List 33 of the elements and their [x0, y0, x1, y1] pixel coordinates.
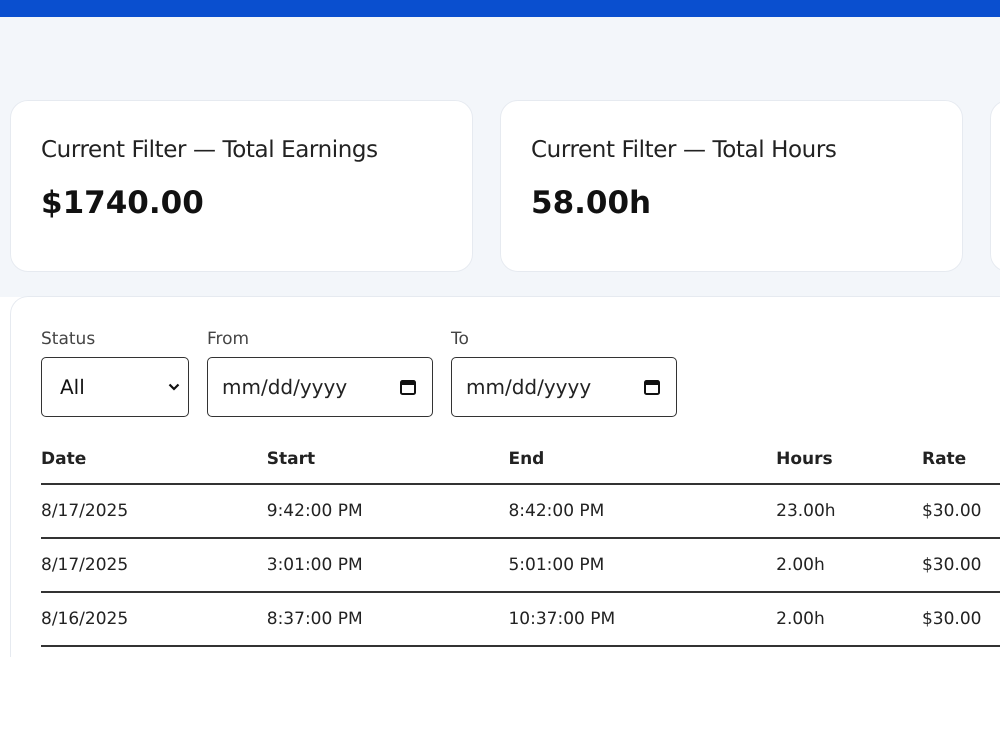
column-header: End: [508, 449, 776, 484]
table-cell: 3:01:00 PM: [266, 538, 508, 592]
table-cell: 8/16/2025: [41, 592, 267, 646]
table-cell: $30.00: [922, 484, 1000, 538]
status-select[interactable]: All: [41, 357, 189, 417]
column-header: Date: [41, 449, 267, 484]
table-cell: $30.00: [922, 538, 1000, 592]
stat-value: $1740.00: [41, 185, 205, 221]
stat-label: Current Filter — Total Earnings: [41, 137, 379, 163]
table-cell: 8/17/2025: [41, 484, 267, 538]
table-cell: 8:42:00 PM: [508, 484, 776, 538]
table-cell: 9:42:00 PM: [266, 484, 508, 538]
stat-value: 58.00h: [531, 185, 652, 221]
calendar-icon: [643, 378, 661, 396]
filter-label: To: [451, 329, 470, 349]
table-cell: 8:37:00 PM: [266, 592, 508, 646]
filter-label: Status: [41, 329, 96, 349]
column-header: Hours: [776, 449, 922, 484]
table-cell: 23.00h: [776, 484, 922, 538]
column-header: Rate: [922, 449, 1000, 484]
chevron-down-icon: [168, 383, 180, 391]
date-field[interactable]: mm/dd/yyyy: [451, 357, 677, 417]
date-field[interactable]: mm/dd/yyyy: [207, 357, 433, 417]
stat-label: Current Filter — Total Hours: [531, 137, 838, 163]
calendar-icon: [399, 378, 417, 396]
table-cell: 2.00h: [776, 538, 922, 592]
column-header: Start: [266, 449, 508, 484]
table-cell: 5:01:00 PM: [508, 538, 776, 592]
table-cell: $30.00: [922, 592, 1000, 646]
table-cell: 2.00h: [776, 592, 922, 646]
table-cell: 10:37:00 PM: [508, 592, 776, 646]
filter-label: From: [207, 329, 250, 349]
table-cell: 8/17/2025: [41, 538, 267, 592]
